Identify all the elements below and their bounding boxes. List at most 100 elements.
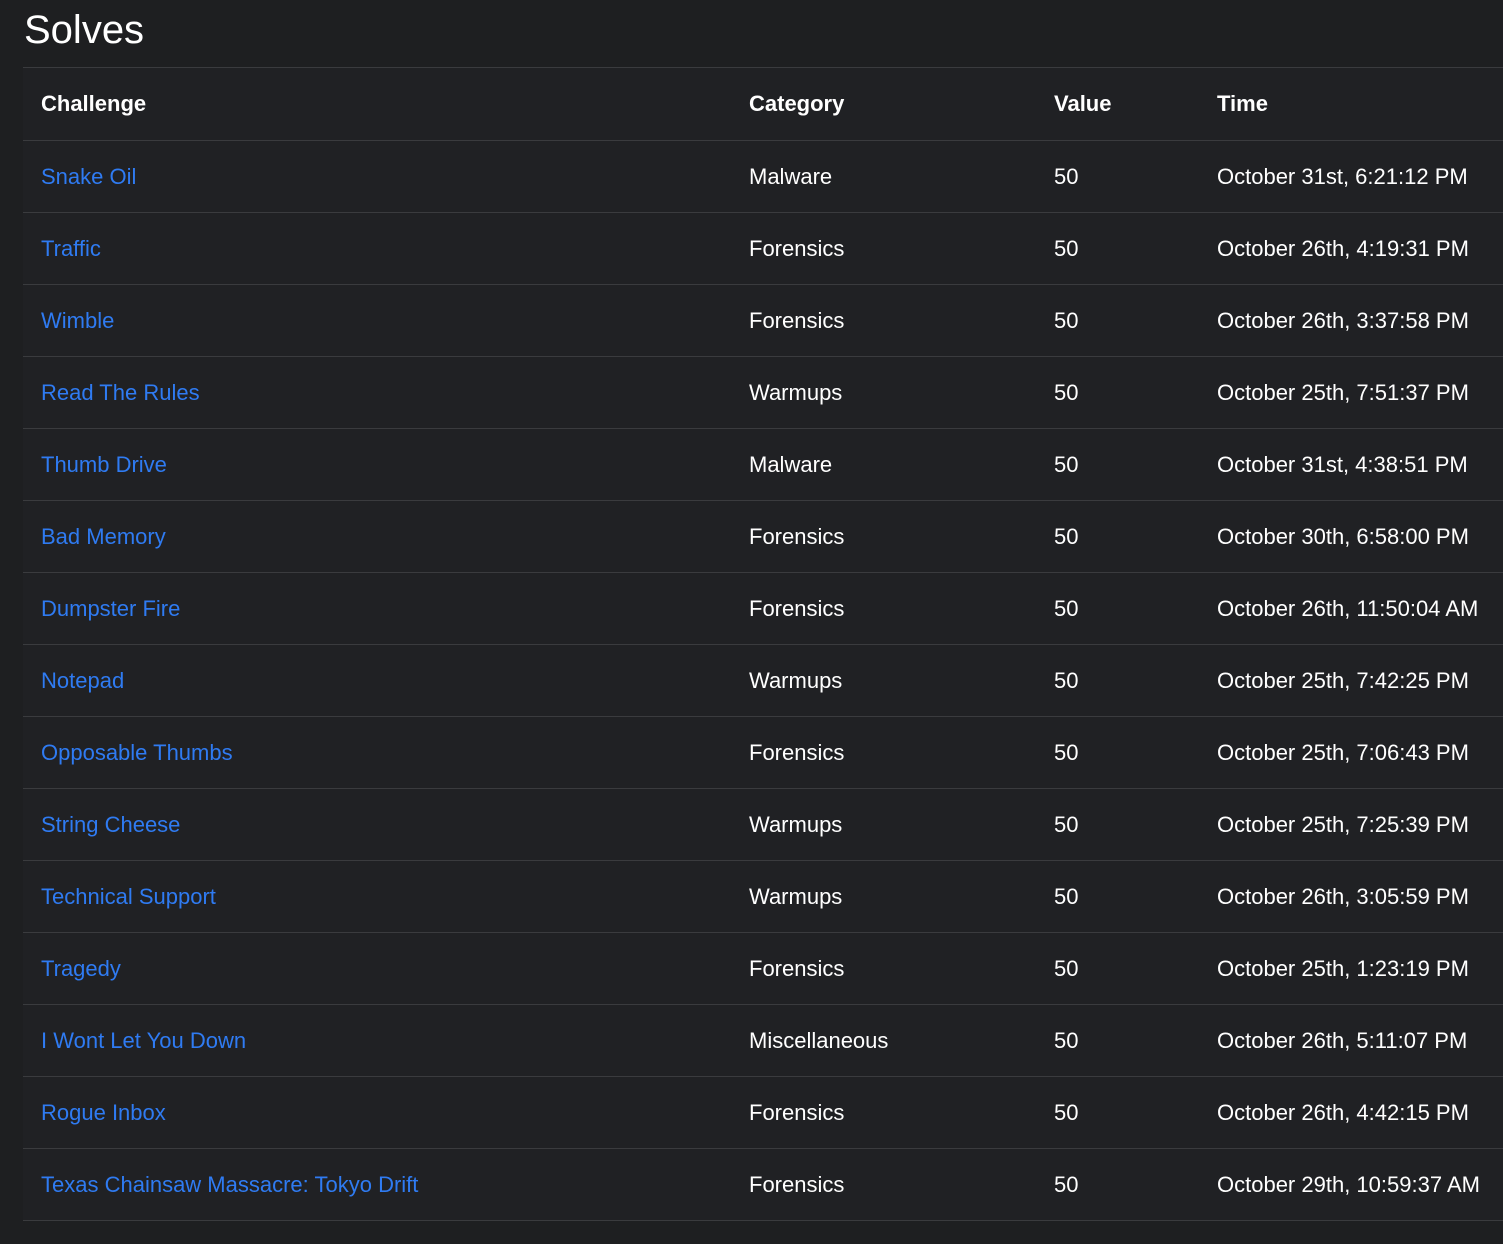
table-body: Snake Oil Malware 50 October 31st, 6:21:…: [23, 141, 1503, 1221]
challenge-cell: Thumb Drive: [23, 429, 731, 501]
table-row: Texas Chainsaw Massacre: Tokyo Drift For…: [23, 1149, 1503, 1221]
category-cell: Forensics: [749, 1171, 845, 1197]
challenge-cell: Snake Oil: [23, 141, 731, 213]
table-row: Technical Support Warmups 50 October 26t…: [23, 861, 1503, 933]
time-cell: October 25th, 7:06:43 PM: [1217, 739, 1469, 765]
value-cell: 50: [1054, 1171, 1079, 1197]
time-cell: October 26th, 5:11:07 PM: [1217, 1027, 1468, 1053]
value-cell: 50: [1054, 163, 1079, 189]
solves-page: Solves Challenge Category Value Time Sna…: [0, 0, 1503, 1244]
challenge-link[interactable]: Rogue Inbox: [41, 1100, 166, 1125]
value-cell: 50: [1054, 307, 1079, 333]
time-cell: October 26th, 4:42:15 PM: [1217, 1099, 1469, 1125]
category-cell: Warmups: [749, 667, 843, 693]
challenge-cell: Traffic: [23, 213, 731, 285]
value-cell: 50: [1054, 451, 1079, 477]
value-cell: 50: [1054, 739, 1079, 765]
challenge-link[interactable]: Bad Memory: [41, 524, 166, 549]
table-row: Bad Memory Forensics 50 October 30th, 6:…: [23, 501, 1503, 573]
challenge-link[interactable]: Read The Rules: [41, 380, 200, 405]
table-header: Challenge Category Value Time: [23, 67, 1503, 141]
time-cell: October 25th, 7:51:37 PM: [1217, 379, 1469, 405]
time-cell: October 26th, 4:19:31 PM: [1217, 235, 1469, 261]
time-cell: October 26th, 11:50:04 AM: [1217, 595, 1479, 621]
challenge-cell: Wimble: [23, 285, 731, 357]
category-cell: Warmups: [749, 379, 843, 405]
category-cell: Forensics: [749, 523, 845, 549]
challenge-link[interactable]: Wimble: [41, 308, 114, 333]
time-cell: October 25th, 7:42:25 PM: [1217, 667, 1469, 693]
challenge-link[interactable]: Snake Oil: [41, 164, 136, 189]
category-cell: Warmups: [749, 883, 843, 909]
value-cell: 50: [1054, 667, 1079, 693]
challenge-cell: Tragedy: [23, 933, 731, 1005]
challenge-link[interactable]: I Wont Let You Down: [41, 1028, 246, 1053]
solves-table: Challenge Category Value Time Snake Oil …: [23, 67, 1503, 1221]
challenge-cell: Read The Rules: [23, 357, 731, 429]
challenge-link[interactable]: Technical Support: [41, 884, 216, 909]
challenge-cell: String Cheese: [23, 789, 731, 861]
value-cell: 50: [1054, 1027, 1079, 1053]
category-cell: Forensics: [749, 1099, 845, 1125]
table-row: Tragedy Forensics 50 October 25th, 1:23:…: [23, 933, 1503, 1005]
category-cell: Forensics: [749, 307, 845, 333]
time-cell: October 29th, 10:59:37 AM: [1217, 1171, 1480, 1197]
challenge-cell: I Wont Let You Down: [23, 1005, 731, 1077]
header-time: Time: [1217, 91, 1268, 116]
challenge-link[interactable]: Opposable Thumbs: [41, 740, 233, 765]
table-row: Traffic Forensics 50 October 26th, 4:19:…: [23, 213, 1503, 285]
value-cell: 50: [1054, 379, 1079, 405]
value-cell: 50: [1054, 811, 1079, 837]
table-row: Read The Rules Warmups 50 October 25th, …: [23, 357, 1503, 429]
value-cell: 50: [1054, 235, 1079, 261]
table-row: Thumb Drive Malware 50 October 31st, 4:3…: [23, 429, 1503, 501]
header-challenge: Challenge: [41, 91, 147, 116]
challenge-cell: Technical Support: [23, 861, 731, 933]
table-row: Snake Oil Malware 50 October 31st, 6:21:…: [23, 141, 1503, 213]
table-row: String Cheese Warmups 50 October 25th, 7…: [23, 789, 1503, 861]
challenge-link[interactable]: Texas Chainsaw Massacre: Tokyo Drift: [41, 1172, 418, 1197]
table-row: I Wont Let You Down Miscellaneous 50 Oct…: [23, 1005, 1503, 1077]
category-cell: Forensics: [749, 235, 845, 261]
value-cell: 50: [1054, 883, 1079, 909]
time-cell: October 25th, 7:25:39 PM: [1217, 811, 1469, 837]
challenge-cell: Dumpster Fire: [23, 573, 731, 645]
challenge-cell: Rogue Inbox: [23, 1077, 731, 1149]
header-value: Value: [1054, 91, 1112, 116]
challenge-link[interactable]: Dumpster Fire: [41, 596, 180, 621]
value-cell: 50: [1054, 1099, 1079, 1125]
table-row: Rogue Inbox Forensics 50 October 26th, 4…: [23, 1077, 1503, 1149]
table-row: Wimble Forensics 50 October 26th, 3:37:5…: [23, 285, 1503, 357]
challenge-cell: Opposable Thumbs: [23, 717, 731, 789]
time-cell: October 31st, 4:38:51 PM: [1217, 451, 1468, 477]
header-row: Challenge Category Value Time: [23, 67, 1503, 141]
time-cell: October 25th, 1:23:19 PM: [1217, 955, 1469, 981]
challenge-link[interactable]: Thumb Drive: [41, 452, 167, 477]
value-cell: 50: [1054, 523, 1079, 549]
time-cell: October 26th, 3:05:59 PM: [1217, 883, 1469, 909]
challenge-link[interactable]: String Cheese: [41, 812, 180, 837]
category-cell: Miscellaneous: [749, 1027, 889, 1053]
time-cell: October 26th, 3:37:58 PM: [1217, 307, 1469, 333]
header-category: Category: [749, 91, 845, 116]
challenge-link[interactable]: Traffic: [41, 236, 101, 261]
challenge-cell: Bad Memory: [23, 501, 731, 573]
value-cell: 50: [1054, 595, 1079, 621]
challenge-cell: Notepad: [23, 645, 731, 717]
time-cell: October 30th, 6:58:00 PM: [1217, 523, 1469, 549]
category-cell: Warmups: [749, 811, 843, 837]
time-cell: October 31st, 6:21:12 PM: [1217, 163, 1468, 189]
value-cell: 50: [1054, 955, 1079, 981]
table-row: Opposable Thumbs Forensics 50 October 25…: [23, 717, 1503, 789]
challenge-link[interactable]: Tragedy: [41, 956, 121, 981]
category-cell: Forensics: [749, 595, 845, 621]
challenge-link[interactable]: Notepad: [41, 668, 124, 693]
table-row: Dumpster Fire Forensics 50 October 26th,…: [23, 573, 1503, 645]
category-cell: Forensics: [749, 739, 845, 765]
category-cell: Forensics: [749, 955, 845, 981]
category-cell: Malware: [749, 163, 833, 189]
category-cell: Malware: [749, 451, 833, 477]
challenge-cell: Texas Chainsaw Massacre: Tokyo Drift: [23, 1149, 731, 1221]
table-row: Notepad Warmups 50 October 25th, 7:42:25…: [23, 645, 1503, 717]
page-title: Solves: [24, 8, 145, 52]
